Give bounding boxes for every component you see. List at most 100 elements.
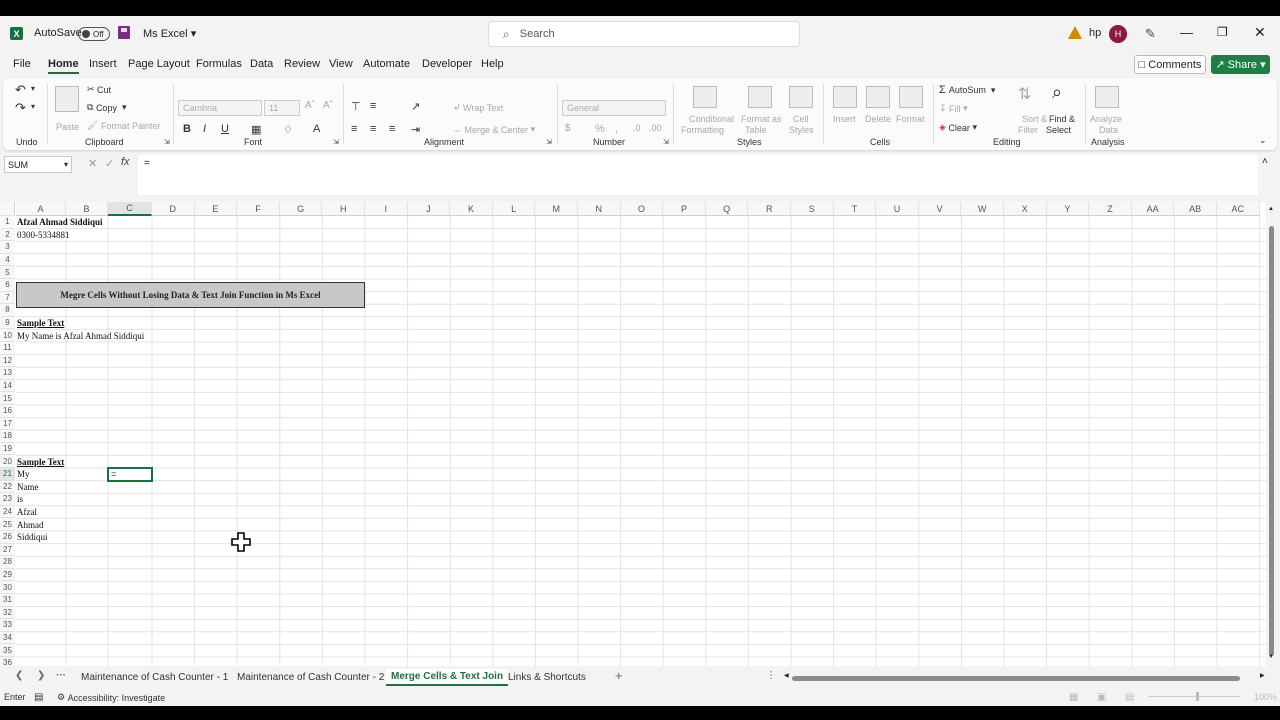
cell-a1[interactable]: Afzal Ahmad Siddiqui [17,216,103,229]
comments-button[interactable]: □ Comments [1134,55,1206,74]
pen-icon[interactable]: ✎ [1145,26,1156,42]
font-color-icon[interactable]: A [313,123,320,135]
format-painter-button[interactable]: 🖌 Format Painter [87,120,160,131]
row-header-4[interactable]: 4 [0,253,15,267]
row-header-23[interactable]: 23 [0,493,15,506]
bold-icon[interactable]: B [183,123,191,135]
column-header-y[interactable]: Y [1046,202,1090,216]
column-header-w[interactable]: W [961,202,1004,216]
autosave-toggle[interactable]: Off [78,27,110,41]
dialog-launcher-icon[interactable]: ⇲ [164,138,170,146]
row-header-8[interactable]: 8 [0,304,15,317]
column-header-a[interactable]: A [16,202,66,216]
column-header-k[interactable]: K [450,202,493,216]
analyze-data-icon[interactable] [1095,86,1119,108]
column-header-m[interactable]: M [535,202,578,216]
maximize-button[interactable]: ❐ [1217,25,1228,39]
column-header-ac[interactable]: AC [1217,202,1260,216]
minimize-button[interactable]: — [1180,25,1193,40]
enter-icon[interactable]: ✓ [105,157,114,170]
sort-filter-label-2[interactable]: Filter [1018,125,1038,135]
find-select-icon[interactable]: ⌕ [1052,82,1062,103]
merge-center-button[interactable]: ⇔ Merge & Center ▾ [453,124,535,135]
format-cells-icon[interactable] [899,86,923,108]
undo-icon[interactable]: ↶ [15,82,26,98]
horizontal-scroll-thumb[interactable] [792,676,1240,681]
warning-icon[interactable] [1068,26,1082,39]
column-header-v[interactable]: V [918,202,962,216]
active-cell-c21[interactable]: = [107,467,153,482]
cell-a25[interactable]: Ahmad [17,518,44,531]
row-header-34[interactable]: 34 [0,631,15,645]
cell-styles-label-2[interactable]: Styles [789,125,814,135]
tab-review[interactable]: Review [284,58,320,70]
format-as-table-label-1[interactable]: Format as [741,114,782,124]
name-box[interactable]: SUM ▾ [4,156,72,173]
tab-file[interactable]: File [13,58,31,70]
delete-cells-button[interactable]: Delete [865,114,891,124]
paste-button[interactable]: Paste [56,122,79,132]
italic-icon[interactable]: I [203,123,206,135]
more-sheets-icon[interactable]: ··· [56,670,66,681]
font-name-combo[interactable]: Cambria [178,100,262,116]
chevron-down-icon[interactable]: ▾ [31,102,35,111]
row-header-18[interactable]: 18 [0,430,15,443]
row-header-9[interactable]: 9 [0,316,15,330]
row-header-27[interactable]: 27 [0,543,15,557]
autosum-button[interactable]: Σ AutoSum ▾ [939,84,995,96]
row-header-14[interactable]: 14 [0,379,15,393]
macro-record-icon[interactable]: ▤ [34,692,43,703]
cell-a20[interactable]: Sample Text [17,455,64,468]
save-icon[interactable] [118,26,130,39]
font-size-combo[interactable]: 11 [264,100,300,116]
page-layout-view-icon[interactable]: ▣ [1097,692,1106,703]
normal-view-icon[interactable]: ▦ [1069,692,1078,703]
zoom-slider-handle[interactable] [1196,692,1199,701]
format-as-table-label-2[interactable]: Table [745,125,767,135]
column-header-u[interactable]: U [876,202,919,216]
scroll-right-icon[interactable]: ▶ [1260,672,1265,679]
fill-color-icon[interactable]: ♢ [283,123,293,136]
column-header-q[interactable]: Q [705,202,749,216]
column-header-ab[interactable]: AB [1174,202,1217,216]
increase-decimal-icon[interactable]: .0 [633,123,641,133]
chevron-up-icon[interactable]: ˄ [1262,156,1268,167]
conditional-formatting-icon[interactable] [693,86,717,108]
horizontal-scrollbar[interactable]: ◀ ▶ [784,672,1268,683]
tab-formulas[interactable]: Formulas [196,58,242,70]
row-header-6[interactable]: 6 [0,279,15,292]
column-header-z[interactable]: Z [1089,202,1132,216]
sort-filter-label-1[interactable]: Sort & [1022,114,1047,124]
cell-a26[interactable]: Siddiqui [17,531,48,544]
align-middle-icon[interactable]: ≡ [370,100,376,112]
analyze-data-label-2[interactable]: Data [1099,125,1118,135]
row-header-11[interactable]: 11 [0,342,15,355]
find-select-label-2[interactable]: Select [1046,125,1071,135]
sheet-tab-merge-cells[interactable]: Merge Cells & Text Join [386,669,509,686]
align-top-icon[interactable]: ⊤ [351,100,361,113]
row-header-35[interactable]: 35 [0,644,15,657]
row-header-10[interactable]: 10 [0,329,15,342]
row-header-5[interactable]: 5 [0,266,15,279]
copy-button[interactable]: ⧉ Copy ▾ [87,102,127,113]
clear-button[interactable]: ◈ Clear ▾ [939,122,977,133]
share-button[interactable]: ↗ Share ▾ [1211,55,1270,74]
column-header-d[interactable]: D [152,202,195,216]
row-header-24[interactable]: 24 [0,505,15,519]
insert-function-icon[interactable]: fx [121,156,130,168]
collapse-ribbon-icon[interactable]: ⌄ [1259,135,1267,146]
fill-button[interactable]: ↧ Fill ▾ [939,103,968,114]
row-header-7[interactable]: 7 [0,291,15,305]
sheet-tab-links-shortcuts[interactable]: Links & Shortcuts [503,669,591,686]
tab-automate[interactable]: Automate [363,58,410,70]
align-center-icon[interactable]: ≡ [370,123,376,135]
dialog-launcher-icon[interactable]: ⇲ [333,138,339,146]
borders-icon[interactable]: ▦ [251,123,261,136]
row-header-13[interactable]: 13 [0,367,15,380]
row-header-25[interactable]: 25 [0,518,15,531]
column-header-h[interactable]: H [322,202,365,216]
vertical-scrollbar[interactable]: ▲ ▼ [1267,202,1276,666]
chevron-left-icon[interactable]: ❮ [15,670,23,681]
percent-icon[interactable]: % [595,123,605,135]
scroll-left-icon[interactable]: ◀ [784,672,789,679]
